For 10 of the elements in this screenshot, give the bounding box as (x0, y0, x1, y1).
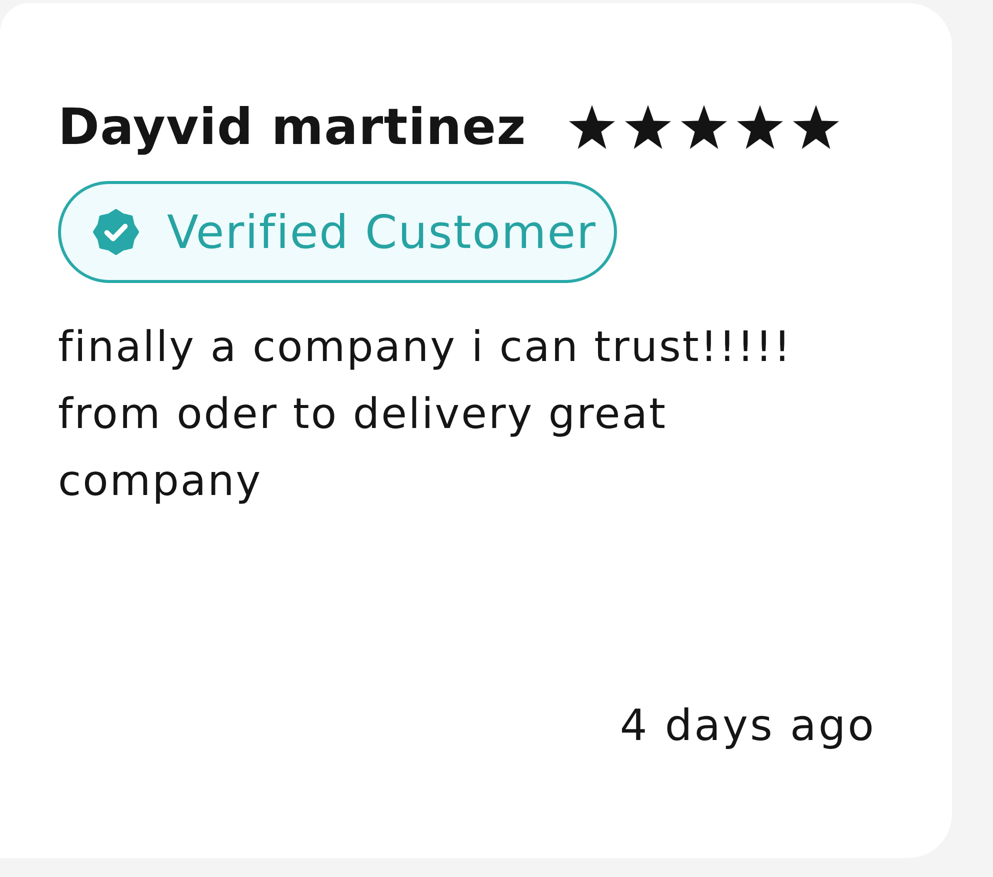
verified-check-icon (93, 209, 139, 255)
star-icon (624, 104, 672, 150)
star-icon (680, 104, 728, 150)
star-icon (568, 104, 616, 150)
star-icon (736, 104, 784, 150)
badge-label: Verified Customer (167, 209, 596, 255)
reviewer-name: Dayvid martinez (58, 97, 526, 158)
review-text: finally a company i can trust!!!!! from oder to delivery great company (58, 321, 794, 507)
star-icon (792, 104, 840, 150)
review-time: 4 days ago (620, 700, 876, 753)
